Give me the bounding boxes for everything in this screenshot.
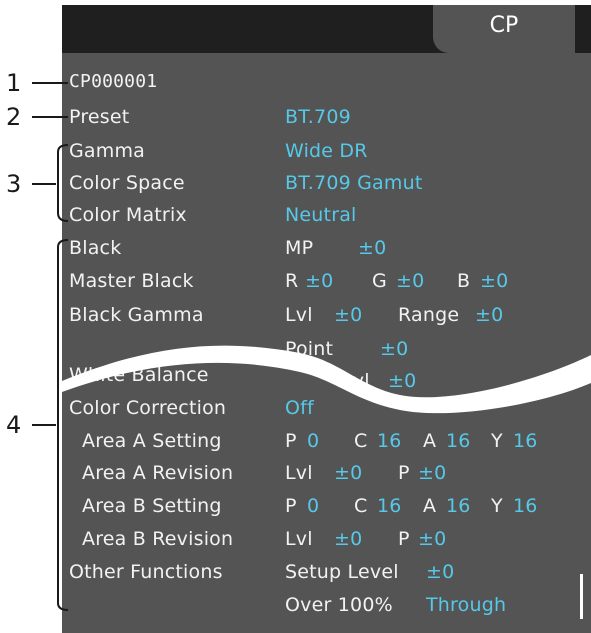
area-b-rev-lvl-value[interactable]: ±0: [334, 528, 362, 550]
area-a-p-value[interactable]: 0: [307, 430, 319, 452]
color-correction-label: Color Correction: [69, 397, 227, 419]
other-functions-label: Other Functions: [69, 561, 223, 583]
setup-level-key: Setup Level: [285, 561, 399, 583]
over-100-value[interactable]: Through: [426, 594, 506, 616]
setup-level-value[interactable]: ±0: [426, 561, 454, 583]
over-100-key: Over 100%: [285, 594, 393, 616]
area-a-p-key: P: [285, 430, 297, 452]
area-b-setting-label: Area B Setting: [82, 495, 222, 517]
area-b-rev-p-value[interactable]: ±0: [418, 528, 446, 550]
scrollbar[interactable]: [580, 574, 583, 619]
area-b-a-key: A: [423, 495, 437, 517]
area-b-revision-label: Area B Revision: [82, 528, 234, 550]
area-a-revision-label: Area A Revision: [82, 462, 234, 484]
area-b-c-value[interactable]: 16: [377, 495, 402, 517]
area-b-a-value[interactable]: 16: [446, 495, 471, 517]
area-a-setting-label: Area A Setting: [82, 430, 222, 452]
area-a-rev-lvl-key: Lvl: [285, 462, 313, 484]
area-a-c-key: C: [354, 430, 368, 452]
area-a-rev-p-value[interactable]: ±0: [418, 462, 446, 484]
area-a-y-value[interactable]: 16: [513, 430, 538, 452]
area-a-c-value[interactable]: 16: [377, 430, 402, 452]
color-correction-value[interactable]: Off: [285, 397, 314, 419]
area-a-rev-lvl-value[interactable]: ±0: [334, 462, 362, 484]
area-b-rev-lvl-key: Lvl: [285, 528, 313, 550]
area-b-p-key: P: [285, 495, 297, 517]
area-b-p-value[interactable]: 0: [307, 495, 319, 517]
area-a-a-value[interactable]: 16: [446, 430, 471, 452]
area-b-y-value[interactable]: 16: [513, 495, 538, 517]
area-a-a-key: A: [423, 430, 437, 452]
area-a-rev-p-key: P: [398, 462, 410, 484]
area-a-y-key: Y: [491, 430, 503, 452]
area-b-c-key: C: [354, 495, 368, 517]
area-b-rev-p-key: P: [398, 528, 410, 550]
area-b-y-key: Y: [491, 495, 503, 517]
